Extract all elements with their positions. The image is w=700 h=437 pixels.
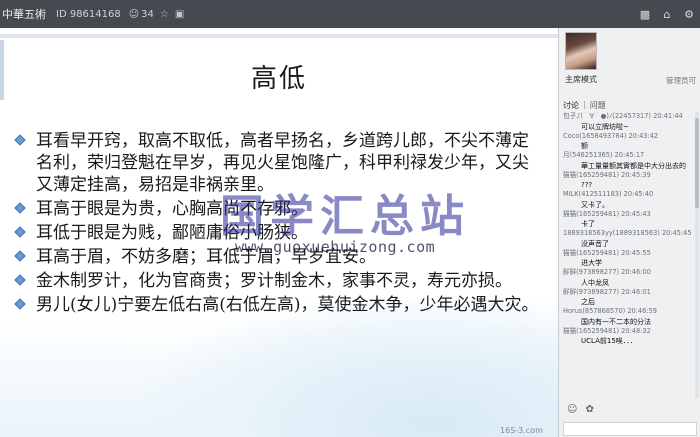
chat-message-header: 月(546251365) 20:45:17 [563, 151, 645, 159]
chat-message-list: 包子♪(＾∀＾●)ﾉ(22457317) 20:41:44 可以立牌坊啦~ Coco… [563, 112, 699, 398]
chat-message: 猫猫(165259481) 20:48:32 [563, 327, 699, 337]
user-count: ☺ 34 [129, 9, 154, 20]
chat-message-header: MILK(412511183) 20:45:40 [563, 190, 654, 198]
diamond-bullet-icon [14, 250, 26, 262]
chat-message: 鲜鲜(973898277) 20:46:00 [563, 268, 699, 278]
chat-message-text: 额 [581, 142, 588, 150]
chat-message-text: 華工量量额其實都是中大分出去的 [581, 161, 686, 170]
chat-message: Coco(1658493784) 20:43:42 [563, 132, 699, 142]
bullet-item: 男儿(女儿)宁要左低右高(右低左高)，莫使金木争，少年必遇大灾。 [14, 294, 544, 316]
watermark-url: www.guoxuehuizong.com [235, 238, 436, 256]
diamond-bullet-icon [14, 298, 26, 310]
chat-message-text: 可以立牌坊啦~ [581, 122, 629, 131]
chat-input[interactable] [563, 422, 697, 436]
watermark-small: 16S-3.com [500, 426, 543, 435]
room-title: 中華五術 [2, 8, 46, 21]
chat-message-header: Horus(857868570) 20:46:59 [563, 307, 657, 315]
window-controls: ▩ ⌂ ⚙ [634, 0, 700, 28]
chat-message: 进大学 [563, 258, 699, 268]
presenter-avatar[interactable] [565, 32, 597, 70]
chat-message-header: 1889318563yy(1889318563) 20:45:45 [563, 229, 692, 237]
chat-message-text: 没声音了 [581, 239, 609, 248]
chat-scrollbar[interactable] [695, 112, 699, 398]
star-icon[interactable]: ☆ [160, 9, 169, 20]
diamond-bullet-icon [14, 134, 26, 146]
share-icon[interactable]: ▣ [175, 9, 184, 20]
user-icon: ☺ [128, 8, 140, 20]
chat-message: 人中龙凤 [563, 278, 699, 288]
chat-message: 又卡了。 [563, 200, 699, 210]
slide-top-band [0, 34, 558, 38]
chat-message-text: 又卡了。 [581, 200, 609, 209]
chat-message: 可以立牌坊啦~ [563, 122, 699, 132]
flower-icon[interactable]: ✿ [585, 404, 593, 415]
chat-message-header: 猫猫(165259481) 20:45:39 [563, 170, 651, 179]
home-icon[interactable]: ⌂ [656, 0, 678, 28]
chat-message-text: 人中龙凤 [581, 278, 609, 287]
chat-message-text: 进大学 [581, 259, 602, 267]
chat-icon[interactable]: ▩ [634, 0, 656, 28]
tab-separator: | [583, 100, 586, 109]
chat-message: MILK(412511183) 20:45:40 [563, 190, 699, 200]
chat-message-header: 猫猫(165259481) 20:45:43 [563, 209, 651, 218]
diamond-bullet-icon [14, 274, 26, 286]
chat-message: 猫猫(165259481) 20:45:43 [563, 210, 699, 220]
tab-discussion[interactable]: 讨论 [563, 100, 579, 111]
chat-message: 1889318563yy(1889318563) 20:45:45 [563, 229, 699, 239]
chat-message-header: 猫猫(165259481) 20:45:55 [563, 248, 651, 257]
chat-message: 月(546251365) 20:45:17 [563, 151, 699, 161]
chat-toolbar: ☺ ✿ [567, 404, 594, 415]
panel-tabs: 讨论 | 问题 [563, 100, 606, 111]
chat-message-header: 鲜鲜(973898277) 20:46:00 [563, 268, 651, 276]
chat-message: 鲜鲜(973898277) 20:46:01 [563, 288, 699, 298]
chat-message-text: ??? [581, 181, 593, 189]
chat-message-text: 卡了 [581, 220, 595, 228]
slide-title: 高低 [250, 64, 307, 94]
side-panel: 主席模式 管理员可 讨论 | 问题 包子♪(＾∀＾●)ﾉ(22457317) 2… [558, 28, 700, 437]
chat-message: UCLA前15唉．．． [563, 336, 699, 346]
chat-message-header: 鲜鲜(973898277) 20:46:01 [563, 287, 651, 296]
bullet-item: 金木制罗计，化为官商贵；罗计制金木，家事不灵，寿元亦损。 [14, 270, 544, 292]
chat-message: 额 [563, 141, 699, 151]
diamond-bullet-icon [14, 202, 26, 214]
admin-label[interactable]: 管理员可 [666, 75, 696, 86]
chat-message: 猫猫(165259481) 20:45:55 [563, 249, 699, 259]
chat-message-text: 国内有一不二本的分法 [581, 317, 651, 326]
chat-message: Horus(857868570) 20:46:59 [563, 307, 699, 317]
diamond-bullet-icon [14, 226, 26, 238]
presentation-stage: 高低 耳看早开窍，取高不取低，高者早扬名，乡道跨儿郎，不尖不薄定名利，荣归登魁在… [0, 28, 558, 437]
chat-message: 卡了 [563, 219, 699, 229]
room-id: ID 98614168 [56, 8, 121, 20]
chat-message-header: 包子♪(＾∀＾●)ﾉ(22457317) 20:41:44 [563, 112, 683, 120]
user-count-value: 34 [141, 8, 154, 20]
chat-message: 之后 [563, 297, 699, 307]
tab-questions[interactable]: 问题 [590, 100, 606, 111]
mode-label: 主席模式 [565, 75, 597, 84]
chat-message: 没声音了 [563, 239, 699, 249]
chat-message-text: 之后 [581, 298, 595, 306]
watermark-logo-text: 国学汇总站 [220, 191, 470, 242]
scrollbar-thumb[interactable] [695, 118, 699, 208]
chat-message-header: 猫猫(165259481) 20:48:32 [563, 326, 651, 335]
chat-message: ??? [563, 180, 699, 190]
chat-message: 包子♪(＾∀＾●)ﾉ(22457317) 20:41:44 [563, 112, 699, 122]
title-bar: 中華五術 ID 98614168 ☺ 34 ☆ ▣ ▩ ⌂ ⚙ [0, 0, 700, 28]
chat-message: 国内有一不二本的分法 [563, 317, 699, 327]
chat-message: 華工量量额其實都是中大分出去的 [563, 161, 699, 171]
settings-icon[interactable]: ⚙ [678, 0, 700, 28]
chat-message-text: UCLA前15唉．．． [581, 337, 637, 345]
chat-message-header: Coco(1658493784) 20:43:42 [563, 131, 659, 140]
chat-message: 猫猫(165259481) 20:45:39 [563, 171, 699, 181]
emoji-icon[interactable]: ☺ [567, 404, 577, 415]
slide-wave-decoration [138, 297, 558, 437]
